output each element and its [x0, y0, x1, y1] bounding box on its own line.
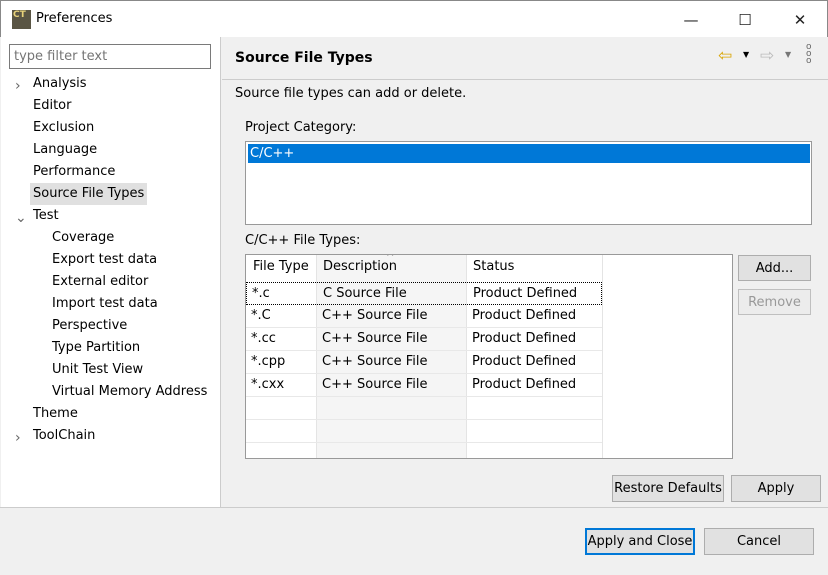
maximize-button[interactable]: ☐ — [722, 7, 768, 33]
cell-file-type: *.C — [251, 308, 271, 323]
cell-status: Product Defined — [472, 331, 577, 346]
tree-item[interactable]: Test — [30, 205, 62, 227]
cell-file-type: *.cpp — [251, 354, 286, 369]
restore-defaults-button[interactable]: Restore Defaults — [612, 475, 724, 502]
tree-item[interactable]: Language — [30, 139, 100, 161]
expand-chevron-icon[interactable]: › — [15, 78, 21, 94]
cancel-button[interactable]: Cancel — [704, 528, 814, 555]
project-category-label: Project Category: — [245, 120, 357, 135]
page-description: Source file types can add or delete. — [235, 86, 467, 101]
tree-item[interactable]: ToolChain — [30, 425, 98, 447]
window-title: Preferences — [36, 11, 113, 26]
add-button[interactable]: Add... — [738, 255, 811, 281]
table-row[interactable] — [246, 420, 602, 443]
tree-item[interactable]: Analysis — [30, 73, 90, 95]
cell-status: Product Defined — [472, 377, 577, 392]
category-item-selected[interactable]: C/C++ — [248, 144, 810, 163]
cell-status: Product Defined — [472, 308, 577, 323]
tree-item[interactable]: Export test data — [49, 249, 160, 271]
divider — [0, 507, 828, 508]
cell-description: C++ Source File — [322, 331, 428, 346]
cell-description: C++ Source File — [322, 308, 428, 323]
cell-file-type: *.cxx — [251, 377, 285, 392]
project-category-list[interactable]: C/C++ — [245, 141, 812, 225]
cell-status: Product Defined — [472, 354, 577, 369]
more-menu-icon[interactable]: ooo — [806, 43, 812, 66]
collapse-chevron-icon[interactable]: ⌄ — [15, 210, 27, 226]
tree-item[interactable]: Unit Test View — [49, 359, 146, 381]
tree-item[interactable]: Type Partition — [49, 337, 143, 359]
column-header-file-type[interactable]: File Type — [253, 259, 309, 274]
cell-description: C++ Source File — [322, 377, 428, 392]
table-row[interactable] — [246, 443, 602, 458]
minimize-button[interactable]: — — [668, 7, 714, 33]
forward-menu-chevron-icon[interactable]: ▼ — [785, 50, 791, 59]
cell-status: Product Defined — [473, 286, 578, 301]
cell-description: C++ Source File — [322, 354, 428, 369]
table-row[interactable]: *.C C++ Source File Product Defined — [246, 305, 602, 328]
column-header-status[interactable]: Status — [473, 259, 514, 274]
back-arrow-icon[interactable]: ⇦ — [718, 46, 732, 66]
table-row[interactable]: *.cxx C++ Source File Product Defined — [246, 374, 602, 397]
tree-item[interactable]: External editor — [49, 271, 151, 293]
back-menu-chevron-icon[interactable]: ▼ — [743, 50, 749, 59]
table-row[interactable]: *.cpp C++ Source File Product Defined — [246, 351, 602, 374]
page-header: Source File Types ⇦ ▼ ⇨ ▼ ooo — [222, 37, 828, 80]
tree-item[interactable]: Import test data — [49, 293, 161, 315]
tree-item[interactable]: Perspective — [49, 315, 130, 337]
tree-item[interactable]: Editor — [30, 95, 74, 117]
forward-arrow-icon[interactable]: ⇨ — [760, 46, 774, 66]
tree-item[interactable]: Theme — [30, 403, 81, 425]
filter-input[interactable] — [9, 44, 211, 69]
expand-chevron-icon[interactable]: › — [15, 430, 21, 446]
tree-item[interactable]: Source File Types — [30, 183, 148, 205]
sort-ascending-icon: ^ — [386, 254, 395, 263]
tree-item[interactable]: Virtual Memory Address — [49, 381, 210, 403]
remove-button[interactable]: Remove — [738, 289, 811, 315]
title-bar: CT Preferences — ☐ ✕ — [0, 0, 828, 37]
file-types-table[interactable]: *.c C Source File Product Defined *.C C++ So… — [245, 254, 733, 459]
cell-file-type: *.cc — [251, 331, 276, 346]
cell-file-type: *.c — [252, 286, 270, 301]
tree-item[interactable]: Coverage — [49, 227, 117, 249]
preference-tree-panel: › AnalysisEditorExclusionLanguagePerforma… — [1, 37, 221, 507]
page-panel: Source File Types ⇦ ▼ ⇨ ▼ ooo Source fil… — [222, 37, 828, 507]
app-icon: CT — [12, 10, 31, 29]
table-row[interactable] — [246, 397, 602, 420]
page-title: Source File Types — [235, 50, 373, 66]
file-types-label: C/C++ File Types: — [245, 233, 361, 248]
table-row[interactable]: *.cc C++ Source File Product Defined — [246, 328, 602, 351]
apply-and-close-button[interactable]: Apply and Close — [585, 528, 695, 555]
table-row[interactable]: *.c C Source File Product Defined — [246, 282, 602, 305]
apply-button[interactable]: Apply — [731, 475, 821, 502]
close-button[interactable]: ✕ — [777, 7, 823, 33]
cell-description: C Source File — [323, 286, 407, 301]
tree-item[interactable]: Exclusion — [30, 117, 97, 139]
tree-item[interactable]: Performance — [30, 161, 118, 183]
